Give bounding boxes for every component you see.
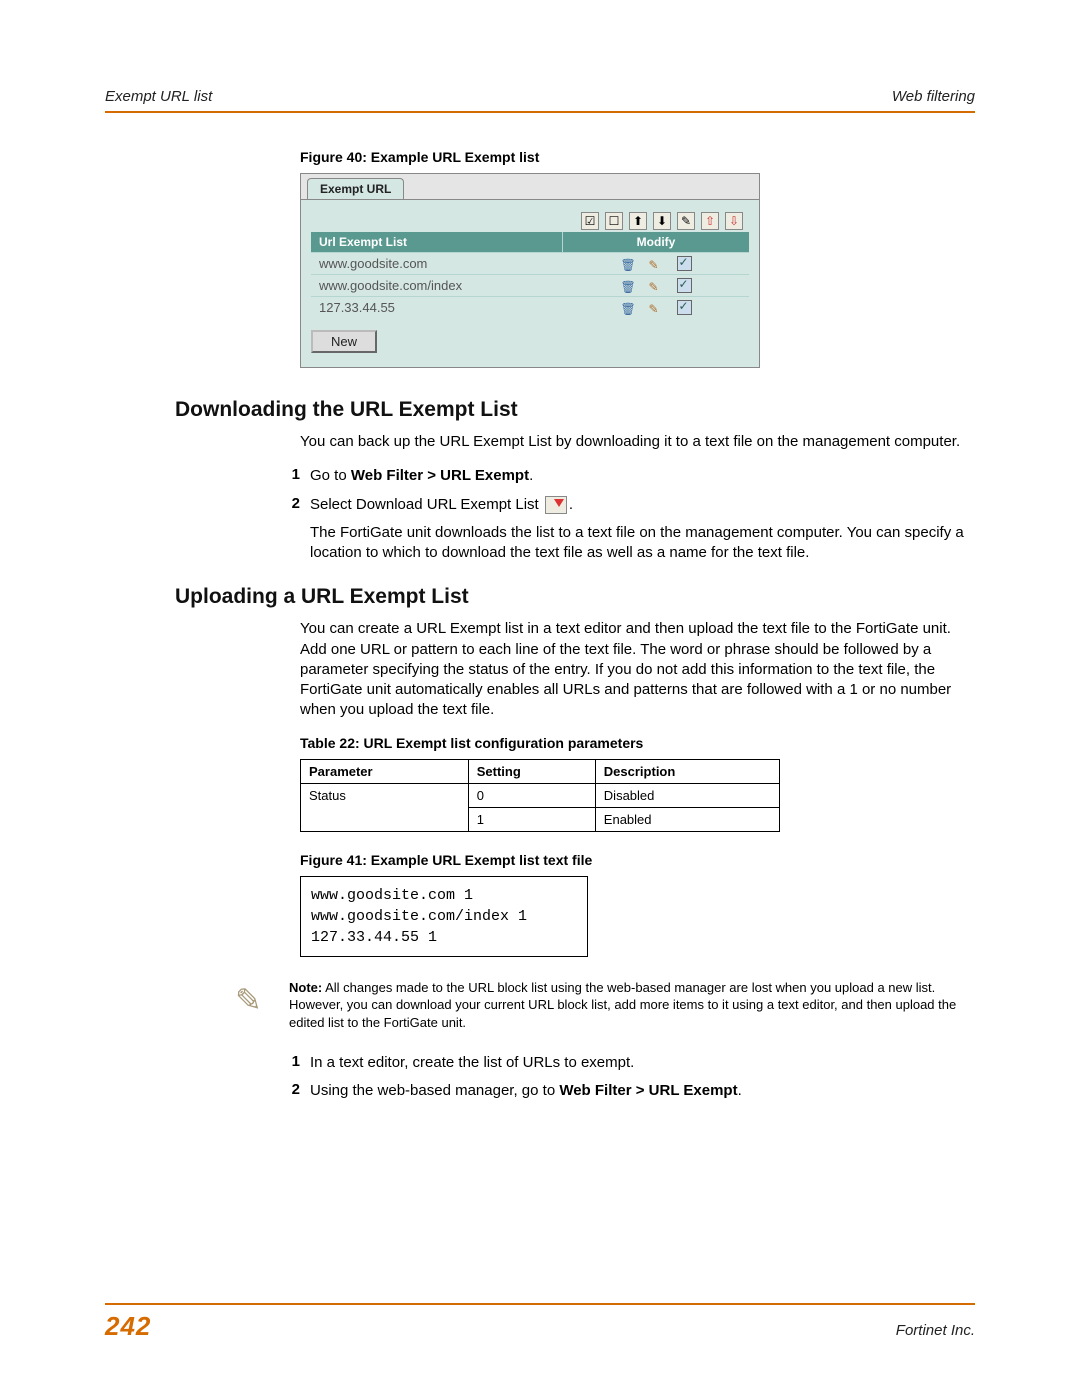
- upload-intro: You can create a URL Exempt list in a te…: [300, 619, 975, 720]
- step-text: Select Download URL Exempt List: [310, 496, 543, 513]
- check-all-icon[interactable]: ☑: [581, 212, 599, 230]
- heading-downloading: Downloading the URL Exempt List: [175, 398, 975, 422]
- upload-icon[interactable]: ⬆: [629, 212, 647, 230]
- note-body: All changes made to the URL block list u…: [289, 980, 956, 1030]
- td-description: Disabled: [595, 783, 779, 807]
- td-description: Enabled: [595, 807, 779, 831]
- step-number: 1: [270, 466, 310, 486]
- step-bold: Web Filter > URL Exempt: [559, 1082, 737, 1099]
- step-text: .: [529, 467, 533, 484]
- download-icon[interactable]: ⬇: [653, 212, 671, 230]
- td-setting: 0: [468, 783, 595, 807]
- note-icon: ✎: [235, 979, 273, 1032]
- col-header-url: Url Exempt List: [311, 232, 563, 252]
- step-bold: Web Filter > URL Exempt: [351, 467, 529, 484]
- col-header-modify: Modify: [563, 232, 749, 252]
- folder-icon[interactable]: ✎: [677, 212, 695, 230]
- figure41-caption: Figure 41: Example URL Exempt list text …: [300, 852, 975, 868]
- step-text: Go to: [310, 467, 351, 484]
- table22-caption: Table 22: URL Exempt list configuration …: [300, 735, 975, 751]
- th-parameter: Parameter: [301, 759, 469, 783]
- th-description: Description: [595, 759, 779, 783]
- table-row: www.goodsite.com/index: [311, 274, 749, 296]
- url-cell: www.goodsite.com/index: [311, 275, 563, 296]
- edit-icon[interactable]: [649, 279, 663, 293]
- note-label: Note:: [289, 980, 322, 995]
- header-right: Web filtering: [892, 88, 975, 105]
- note-block: ✎ Note: All changes made to the URL bloc…: [235, 979, 975, 1032]
- step-number: 2: [270, 1081, 310, 1101]
- enabled-checkbox[interactable]: [677, 278, 692, 293]
- figure40-caption: Figure 40: Example URL Exempt list: [300, 149, 975, 165]
- table-row: www.goodsite.com: [311, 252, 749, 274]
- url-cell: 127.33.44.55: [311, 297, 563, 318]
- running-header: Exempt URL list Web filtering: [105, 88, 975, 113]
- download-list-icon: [545, 496, 567, 514]
- new-button[interactable]: New: [311, 330, 377, 353]
- download-intro: You can back up the URL Exempt List by d…: [300, 432, 975, 452]
- td-parameter: Status: [301, 783, 469, 831]
- export-down-icon[interactable]: ⇩: [725, 212, 743, 230]
- grid-header: Url Exempt List Modify: [311, 232, 749, 252]
- trash-icon[interactable]: [621, 279, 635, 293]
- tab-strip: Exempt URL: [301, 174, 759, 200]
- trash-icon[interactable]: [621, 301, 635, 315]
- step-2-continuation: The FortiGate unit downloads the list to…: [310, 523, 975, 564]
- tab-exempt-url[interactable]: Exempt URL: [307, 178, 404, 199]
- edit-icon[interactable]: [649, 301, 663, 315]
- enabled-checkbox[interactable]: [677, 256, 692, 271]
- trash-icon[interactable]: [621, 257, 635, 271]
- step-1: 1 Go to Web Filter > URL Exempt.: [270, 466, 975, 486]
- code-example: www.goodsite.com 1 www.goodsite.com/inde…: [300, 876, 588, 957]
- upload-step-2: 2 Using the web-based manager, go to Web…: [270, 1081, 975, 1101]
- th-setting: Setting: [468, 759, 595, 783]
- step-text: .: [738, 1082, 742, 1099]
- upload-step-1: 1 In a text editor, create the list of U…: [270, 1053, 975, 1073]
- enabled-checkbox[interactable]: [677, 300, 692, 315]
- param-table: Parameter Setting Description Status 0 D…: [300, 759, 780, 832]
- step-text: .: [569, 496, 573, 513]
- company-name: Fortinet Inc.: [896, 1322, 975, 1339]
- step-text: In a text editor, create the list of URL…: [310, 1053, 975, 1073]
- table-row: 127.33.44.55: [311, 296, 749, 318]
- header-left: Exempt URL list: [105, 88, 212, 105]
- toolbar: ☑ ☐ ⬆ ⬇ ✎ ⇧ ⇩: [311, 208, 749, 232]
- step-number: 1: [270, 1053, 310, 1073]
- edit-icon[interactable]: [649, 257, 663, 271]
- step-number: 2: [270, 495, 310, 515]
- table-row: Status 0 Disabled: [301, 783, 780, 807]
- url-cell: www.goodsite.com: [311, 253, 563, 274]
- export-up-icon[interactable]: ⇧: [701, 212, 719, 230]
- step-2: 2 Select Download URL Exempt List .: [270, 495, 975, 515]
- exempt-url-screenshot: Exempt URL ☑ ☐ ⬆ ⬇ ✎ ⇧ ⇩ Url Exempt List…: [300, 173, 760, 368]
- page-footer: 242 Fortinet Inc.: [105, 1303, 975, 1342]
- heading-uploading: Uploading a URL Exempt List: [175, 585, 975, 609]
- step-text: Using the web-based manager, go to: [310, 1082, 559, 1099]
- uncheck-all-icon[interactable]: ☐: [605, 212, 623, 230]
- page-number: 242: [105, 1311, 151, 1342]
- td-setting: 1: [468, 807, 595, 831]
